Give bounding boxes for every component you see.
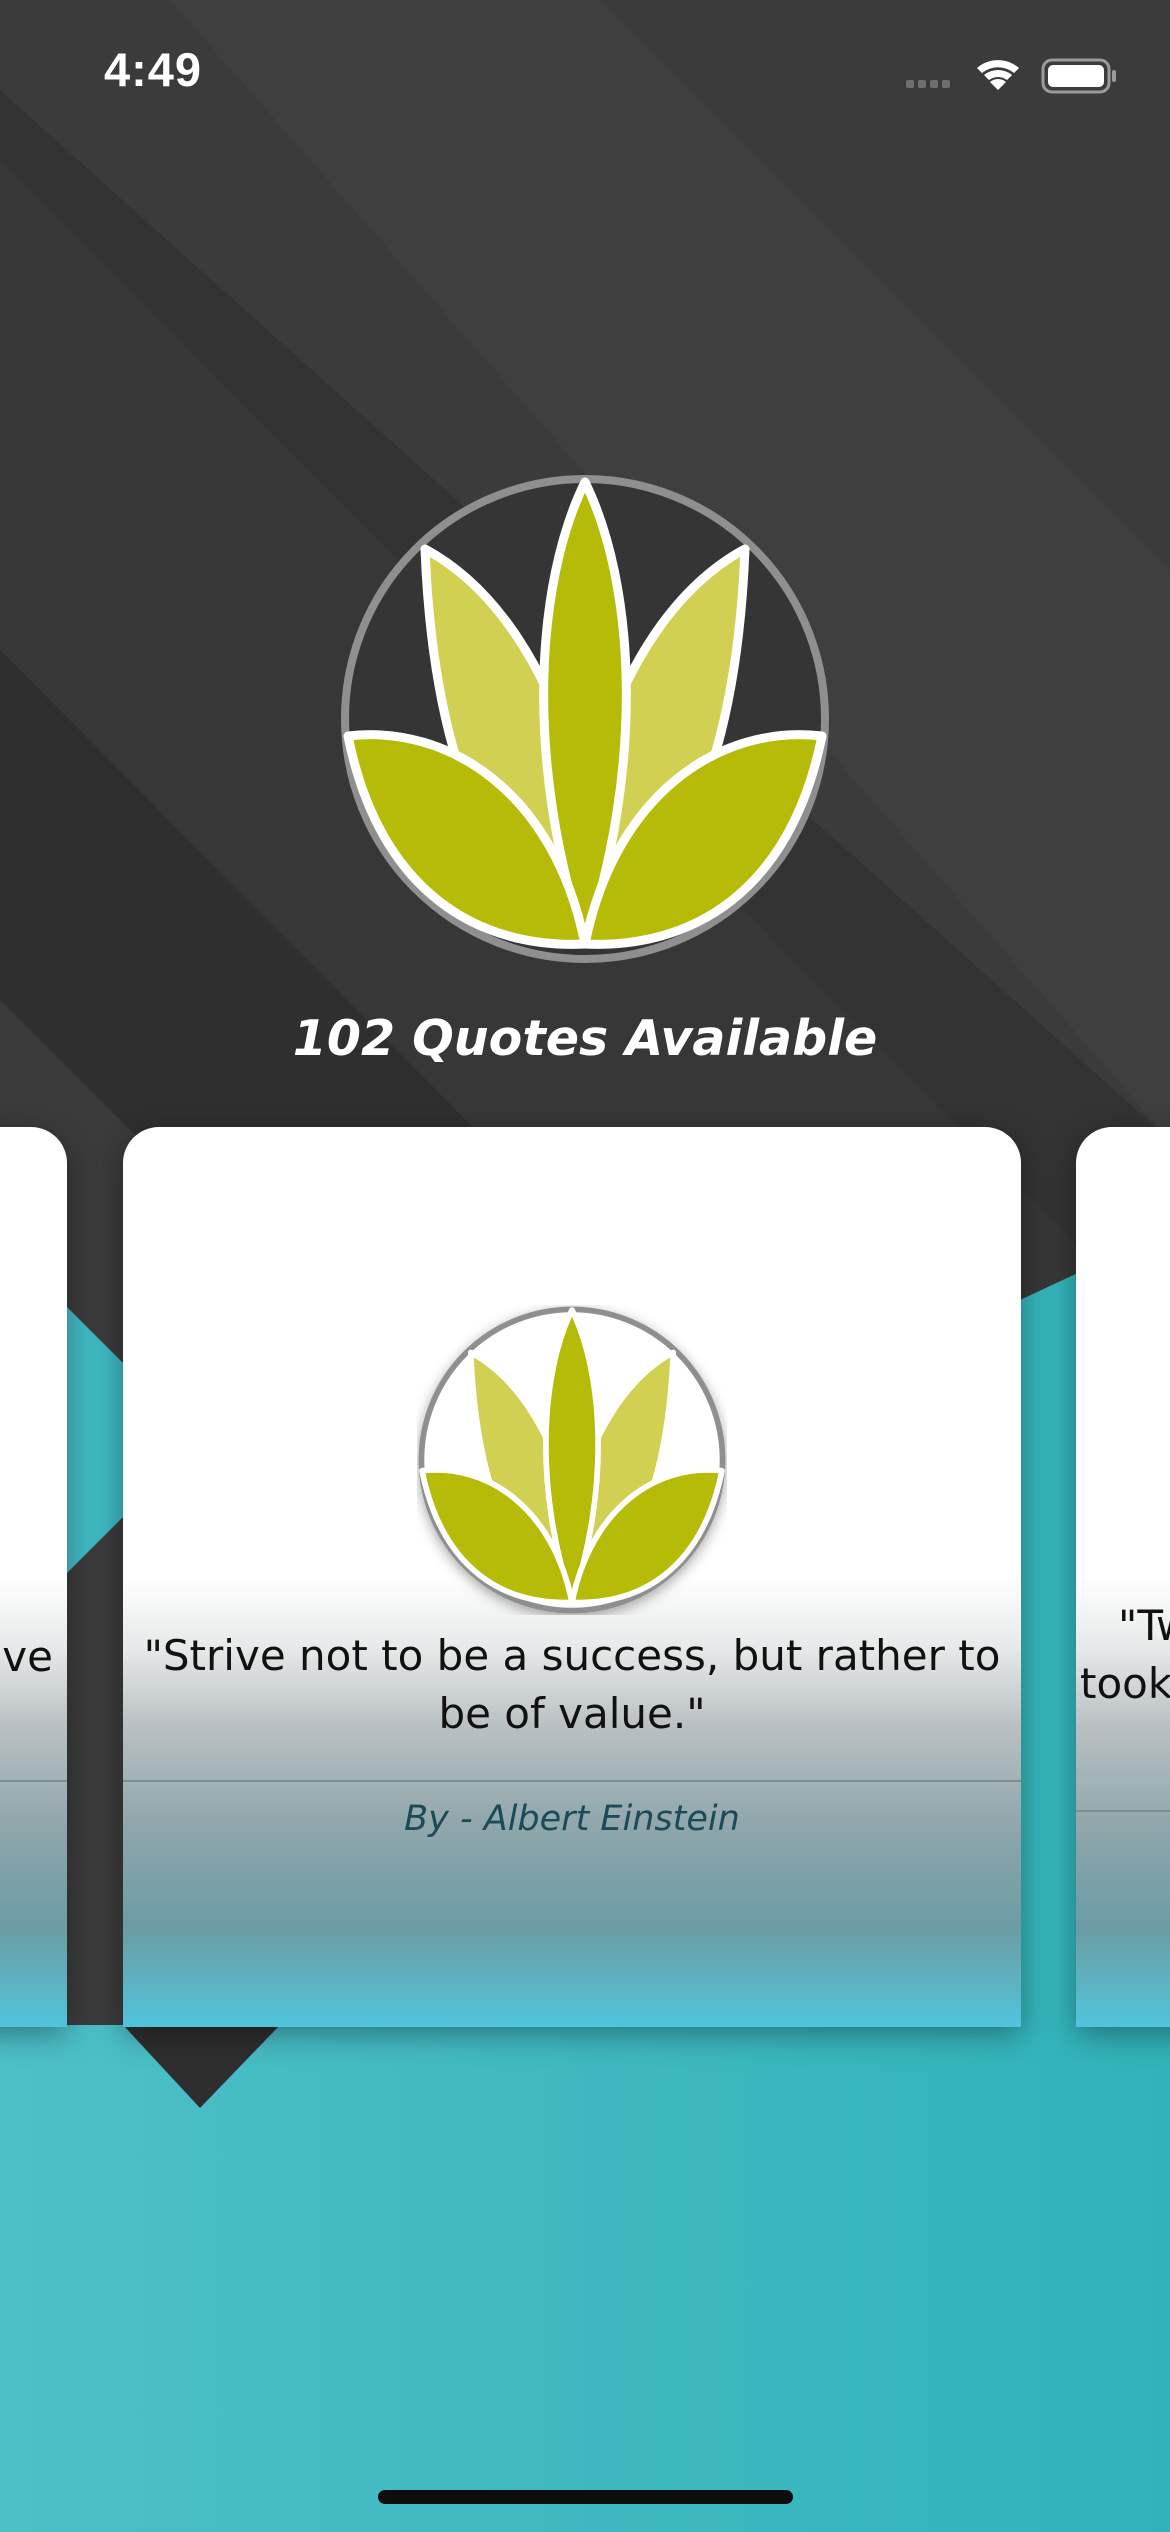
- quote-author: By - Albert Einstein: [404, 1799, 740, 1839]
- quotes-count-title: 102 Quotes Available: [292, 1010, 878, 1067]
- card-divider: [1076, 1810, 1170, 1812]
- quote-fragment-line1: "Tw: [1118, 1601, 1170, 1650]
- quote-card-next[interactable]: "Tw took: [1076, 1127, 1170, 2027]
- quote-text-fragment: "Tw took: [1080, 1597, 1170, 1713]
- quote-text-fragment: ve: [2, 1632, 53, 1681]
- quote-fragment-line2: took: [1080, 1659, 1170, 1708]
- home-indicator[interactable]: [378, 2490, 793, 2504]
- status-time: 4:49: [104, 43, 203, 96]
- lotus-logo-icon: [341, 475, 829, 963]
- quote-card-previous[interactable]: ve: [0, 1127, 67, 2027]
- cellular-signal-icon: [906, 80, 950, 88]
- quote-text: "Strive not to be a success, but rather …: [143, 1631, 1001, 1738]
- quote-card-current[interactable]: "Strive not to be a success, but rather …: [123, 1127, 1021, 2027]
- status-bar: 4:49: [0, 0, 1170, 140]
- card-divider: [0, 1780, 67, 1782]
- lotus-logo-icon: [418, 1306, 726, 1614]
- status-icons: [906, 58, 1116, 94]
- wifi-icon: [977, 60, 1019, 90]
- battery-icon: [1041, 58, 1116, 94]
- card-divider: [123, 1780, 1021, 1782]
